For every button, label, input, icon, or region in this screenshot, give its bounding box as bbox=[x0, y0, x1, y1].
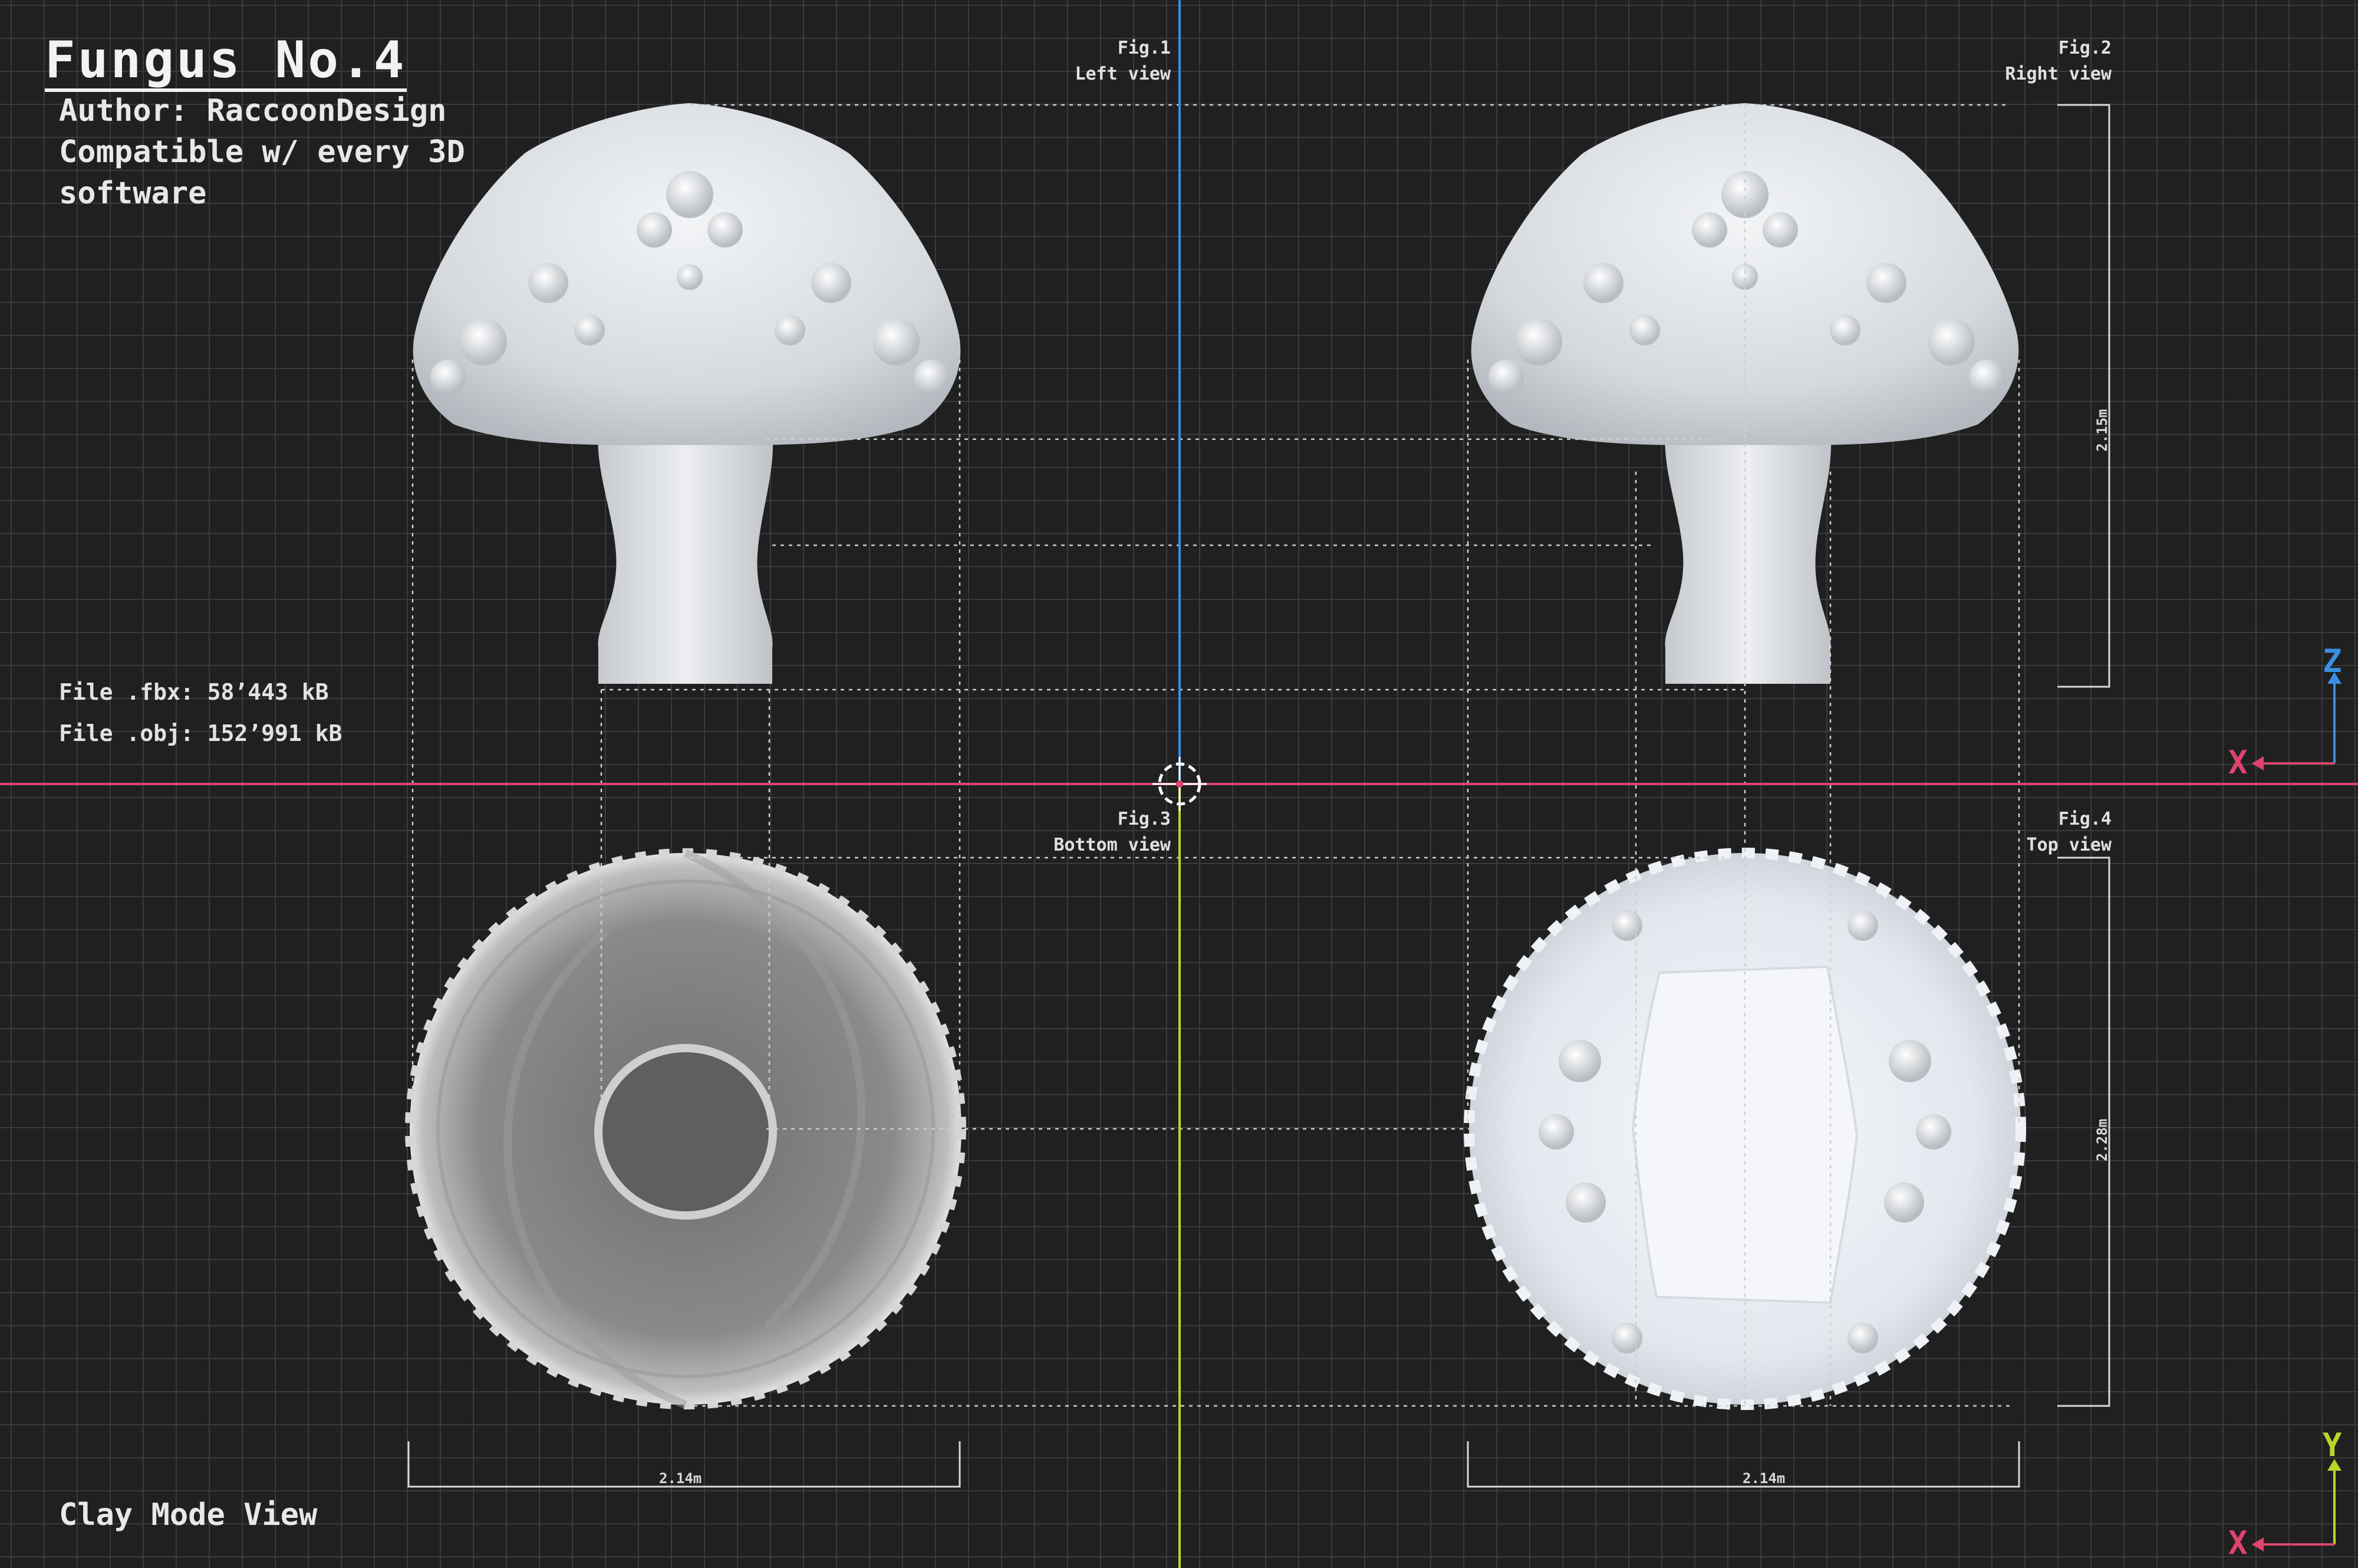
view-mode-label: Clay Mode View bbox=[59, 1497, 318, 1533]
page-title: Fungus No.4 bbox=[45, 33, 407, 92]
figure-number: Fig.2 bbox=[2058, 38, 2112, 58]
dimension-width-bottom: 2.14m bbox=[659, 1470, 702, 1487]
compatibility-line-2: software bbox=[59, 176, 207, 211]
blueprint-canvas: Fungus No.4 Author: RaccoonDesign Compat… bbox=[0, 0, 2358, 1568]
axis-gizmo-lower bbox=[2252, 1459, 2341, 1551]
figure-number: Fig.1 bbox=[1117, 38, 1171, 58]
axis-label-y: Y bbox=[2323, 1427, 2342, 1464]
compatibility-line-1: Compatible w/ every 3D bbox=[59, 134, 465, 170]
axis-gizmo-upper bbox=[2252, 672, 2341, 770]
figure-view-name: Left view bbox=[1075, 64, 1171, 84]
axis-label-z: Z bbox=[2323, 643, 2342, 680]
figure-number: Fig.3 bbox=[1117, 809, 1171, 829]
drawing-layer bbox=[0, 0, 2358, 1568]
dimension-width-top: 2.14m bbox=[1743, 1470, 1786, 1487]
dimension-height-side: 2.15m bbox=[2094, 409, 2111, 452]
figure-view-name: Top view bbox=[2026, 835, 2112, 855]
author-line: Author: RaccoonDesign bbox=[59, 93, 447, 129]
figure-view-name: Bottom view bbox=[1053, 835, 1171, 855]
dimension-depth-top: 2.28m bbox=[2094, 1118, 2111, 1162]
figure-label-2: Fig.2 Right view bbox=[2005, 35, 2112, 87]
file-fbx-size: File .fbx: 58’443 kB bbox=[59, 679, 329, 705]
axis-label-x-lower: X bbox=[2228, 1524, 2248, 1562]
figure-view-name: Right view bbox=[2005, 64, 2112, 84]
model-bottom-view bbox=[405, 848, 966, 1409]
file-obj-size: File .obj: 152’991 kB bbox=[59, 720, 342, 746]
model-left-view bbox=[413, 103, 961, 684]
origin-crosshair-icon bbox=[1152, 757, 1207, 811]
figure-label-4: Fig.4 Top view bbox=[2027, 806, 2112, 858]
figure-number: Fig.4 bbox=[2058, 809, 2112, 829]
axis-label-x-upper: X bbox=[2228, 744, 2248, 781]
figure-label-3: Fig.3 Bottom view bbox=[1053, 806, 1171, 858]
figure-label-1: Fig.1 Left view bbox=[1075, 35, 1171, 87]
